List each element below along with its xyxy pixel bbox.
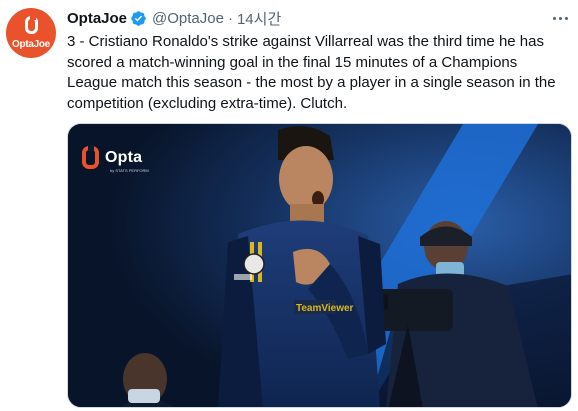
more-horizontal-icon xyxy=(552,16,556,20)
verified-badge-icon xyxy=(131,10,146,26)
opta-logo-icon xyxy=(82,145,99,169)
tweet-card[interactable]: OptaJoe OptaJoe @OptaJoe · 14시간 3 - Cris… xyxy=(0,0,578,411)
separator-dot: · xyxy=(227,9,233,27)
author-handle[interactable]: @OptaJoe xyxy=(152,10,224,27)
watermark-sub: by STATS PERFORM xyxy=(110,168,149,173)
tweet-media-photo[interactable]: TeamViewer Opta by STATS PERFORM xyxy=(67,123,572,408)
opta-logo-icon xyxy=(25,15,38,34)
tweet-timestamp[interactable]: 14시간 xyxy=(237,8,281,29)
avatar-label: OptaJoe xyxy=(12,39,50,50)
avatar[interactable]: OptaJoe xyxy=(6,8,56,58)
more-options-button[interactable] xyxy=(548,6,572,30)
opta-watermark: Opta by STATS PERFORM xyxy=(82,145,149,173)
tweet-text: 3 - Cristiano Ronaldo's strike against V… xyxy=(67,33,556,112)
svg-text:TeamViewer: TeamViewer xyxy=(296,303,354,314)
author-name[interactable]: OptaJoe xyxy=(67,10,127,27)
watermark-brand: Opta xyxy=(105,148,143,166)
tweet-header: OptaJoe @OptaJoe · 14시간 xyxy=(67,8,281,28)
media-photo-graphic: TeamViewer xyxy=(68,124,571,407)
